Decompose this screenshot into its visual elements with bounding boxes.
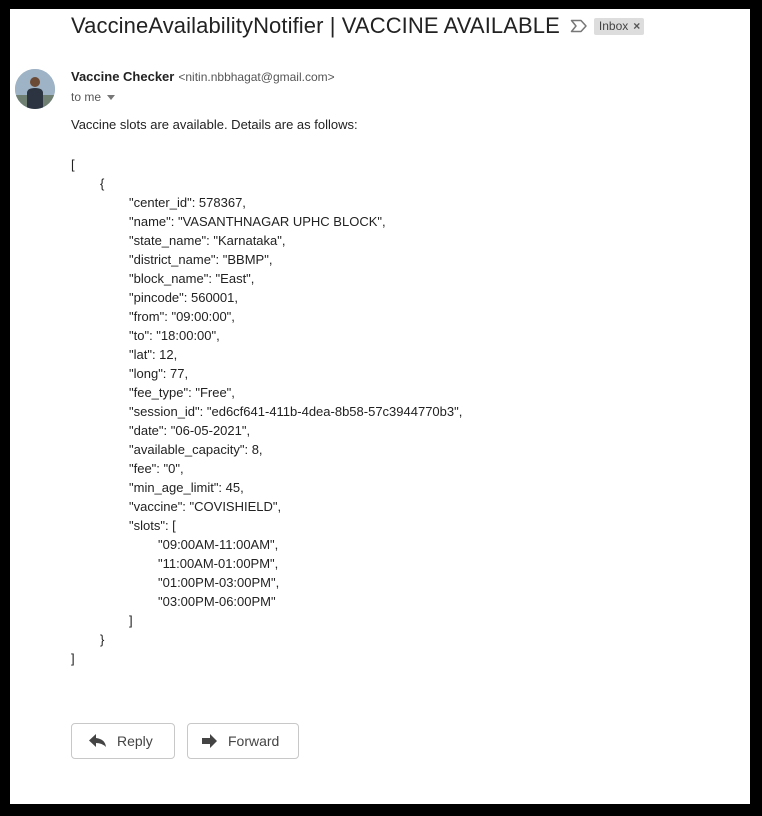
body-line: "date": "06-05-2021", [129, 423, 251, 438]
forward-button-label: Forward [228, 733, 280, 749]
email-subject: VaccineAvailabilityNotifier | VACCINE AV… [71, 13, 560, 38]
body-line: "center_id": 578367, [129, 195, 246, 210]
body-line: } [100, 632, 105, 647]
body-line: "fee": "0", [129, 461, 184, 476]
important-marker-icon[interactable] [570, 19, 588, 33]
sender-row: Vaccine Checker <nitin.nbbhagat@gmail.co… [71, 69, 335, 84]
forward-arrow-icon [202, 734, 217, 748]
body-line: "pincode": 560001, [129, 290, 238, 305]
sender-name: Vaccine Checker [71, 69, 175, 84]
body-line: "name": "VASANTHNAGAR UPHC BLOCK", [129, 214, 386, 229]
label-chip-inbox: Inbox × [593, 17, 645, 35]
body-line: "min_age_limit": 45, [129, 480, 244, 495]
sender-email: <nitin.nbbhagat@gmail.com> [178, 70, 335, 84]
chevron-down-icon[interactable] [107, 94, 116, 100]
reply-arrow-icon [89, 734, 106, 747]
subject-row: VaccineAvailabilityNotifier | VACCINE AV… [71, 13, 645, 39]
recipient-row: to me [71, 90, 116, 104]
body-line: "from": "09:00:00", [129, 309, 235, 324]
body-line: "slots": [ [129, 518, 176, 533]
close-icon[interactable]: × [633, 19, 640, 33]
email-view: VaccineAvailabilityNotifier | VACCINE AV… [10, 9, 750, 804]
email-body-json: [ { "center_id": 578367, "name": "VASANT… [71, 155, 462, 668]
body-line: [ [71, 157, 75, 172]
body-line: "available_capacity": 8, [129, 442, 263, 457]
avatar [15, 69, 55, 109]
body-line: "state_name": "Karnataka", [129, 233, 286, 248]
body-line: "block_name": "East", [129, 271, 255, 286]
body-line: { [100, 176, 105, 191]
body-line: ] [129, 613, 133, 628]
recipient-text: to me [71, 90, 102, 104]
reply-button[interactable]: Reply [71, 723, 175, 759]
body-line: "district_name": "BBMP", [129, 252, 273, 267]
body-line: ] [71, 651, 75, 666]
body-line: "lat": 12, [129, 347, 178, 362]
body-line: "01:00PM-03:00PM", [158, 575, 280, 590]
body-line: "to": "18:00:00", [129, 328, 220, 343]
forward-button[interactable]: Forward [187, 723, 299, 759]
body-line: "vaccine": "COVISHIELD", [129, 499, 282, 514]
label-chip-text: Inbox [598, 19, 629, 33]
reply-button-label: Reply [117, 733, 153, 749]
body-line: "09:00AM-11:00AM", [158, 537, 279, 552]
body-line: "session_id": "ed6cf641-411b-4dea-8b58-5… [129, 404, 463, 419]
body-line: "11:00AM-01:00PM", [158, 556, 279, 571]
body-line: "long": 77, [129, 366, 189, 381]
body-line: "fee_type": "Free", [129, 385, 235, 400]
body-line: "03:00PM-06:00PM" [158, 594, 276, 609]
email-intro: Vaccine slots are available. Details are… [71, 117, 358, 132]
